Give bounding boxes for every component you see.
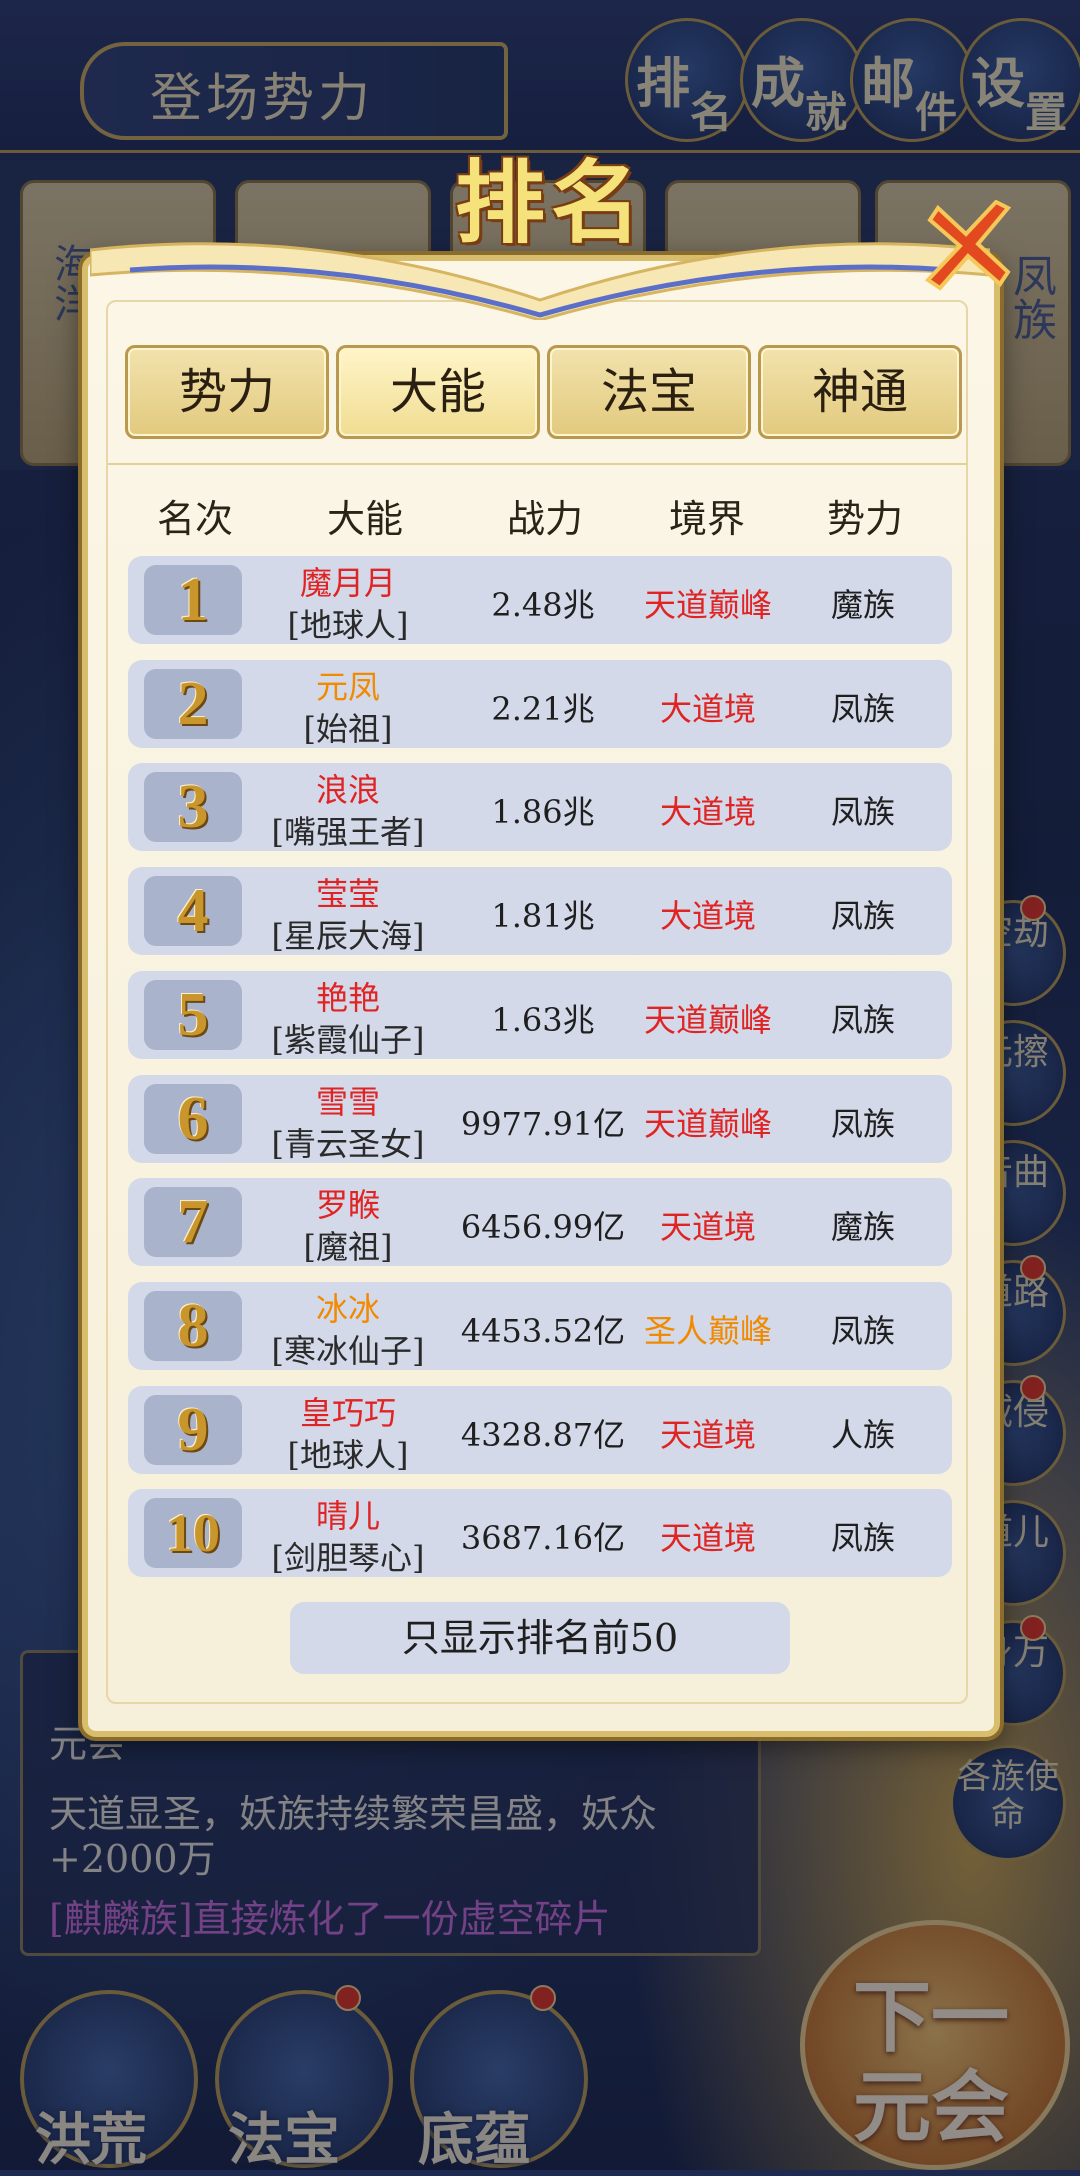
realm: 天道境 [659, 1208, 756, 1246]
master-name: 艳艳 [315, 979, 380, 1017]
master-name: 莹莹 [315, 875, 380, 913]
master-title: [剑胆琴心] [271, 1539, 425, 1577]
master-title: [魔祖] [303, 1228, 393, 1266]
combat-power: 3687.16亿 [460, 1519, 626, 1557]
rank-number: 6 [144, 1084, 242, 1154]
combat-power: 1.86兆 [491, 793, 595, 831]
master-name: 晴儿 [315, 1497, 380, 1535]
master-name: 元凤 [315, 668, 380, 706]
tab-factions[interactable]: 势力 [125, 345, 329, 439]
realm: 天道巅峰 [643, 586, 772, 624]
realm: 天道境 [659, 1519, 756, 1557]
rank-number: 7 [144, 1187, 242, 1257]
header-master: 大能 [326, 497, 403, 541]
master-name: 皇巧巧 [299, 1394, 396, 1432]
faction: 凤族 [830, 793, 895, 831]
header-rank: 名次 [156, 497, 233, 541]
header-power: 战力 [506, 497, 583, 541]
ranking-row[interactable]: 9 皇巧巧 [地球人] 4328.87亿 天道境 人族 [128, 1386, 952, 1474]
realm: 大道境 [659, 793, 756, 831]
realm: 大道境 [659, 897, 756, 935]
faction: 人族 [830, 1416, 895, 1454]
realm: 圣人巅峰 [643, 1312, 772, 1350]
combat-power: 4328.87亿 [460, 1416, 626, 1454]
ranking-row[interactable]: 4 莹莹 [星辰大海] 1.81兆 大道境 凤族 [128, 867, 952, 955]
master-name: 雪雪 [315, 1083, 380, 1121]
ranking-row[interactable]: 8 冰冰 [寒冰仙子] 4453.52亿 圣人巅峰 凤族 [128, 1282, 952, 1370]
rank-number: 8 [144, 1291, 242, 1361]
dialog-title: 排名 [455, 150, 647, 256]
master-title: [始祖] [303, 710, 393, 748]
master-title: [嘴强王者] [271, 813, 425, 851]
master-name: 罗睺 [315, 1186, 380, 1224]
tab-powers[interactable]: 神通 [758, 345, 962, 439]
header-faction: 势力 [826, 497, 903, 541]
header-realm: 境界 [668, 497, 745, 541]
master-name: 魔月月 [299, 564, 396, 602]
combat-power: 1.81兆 [491, 897, 595, 935]
faction: 凤族 [830, 1519, 895, 1557]
top50-notice: 只显示排名前50 [290, 1602, 790, 1674]
faction: 魔族 [830, 1208, 895, 1246]
combat-power: 9977.91亿 [460, 1105, 626, 1143]
divider [108, 463, 968, 465]
faction: 凤族 [830, 690, 895, 728]
faction: 凤族 [830, 1001, 895, 1039]
combat-power: 4453.52亿 [460, 1312, 626, 1350]
ranking-row[interactable]: 5 艳艳 [紫霞仙子] 1.63兆 天道巅峰 凤族 [128, 971, 952, 1059]
rank-number: 2 [144, 669, 242, 739]
faction: 凤族 [830, 1312, 895, 1350]
close-icon[interactable] [920, 200, 1012, 292]
ranking-row[interactable]: 3 浪浪 [嘴强王者] 1.86兆 大道境 凤族 [128, 763, 952, 851]
tab-masters[interactable]: 大能 [336, 345, 540, 439]
master-name: 浪浪 [315, 771, 380, 809]
master-title: [星辰大海] [271, 917, 425, 955]
combat-power: 6456.99亿 [460, 1208, 626, 1246]
ranking-row[interactable]: 7 罗睺 [魔祖] 6456.99亿 天道境 魔族 [128, 1178, 952, 1266]
realm: 天道巅峰 [643, 1001, 772, 1039]
ranking-row[interactable]: 10 晴儿 [剑胆琴心] 3687.16亿 天道境 凤族 [128, 1489, 952, 1577]
rank-number: 10 [144, 1498, 242, 1568]
faction: 凤族 [830, 1105, 895, 1143]
faction: 凤族 [830, 897, 895, 935]
realm: 大道境 [659, 690, 756, 728]
faction: 魔族 [830, 586, 895, 624]
master-title: [地球人] [287, 606, 409, 644]
rank-number: 3 [144, 772, 242, 842]
combat-power: 2.21兆 [491, 690, 595, 728]
combat-power: 1.63兆 [491, 1001, 595, 1039]
master-title: [地球人] [287, 1436, 409, 1474]
rank-number: 1 [144, 565, 242, 635]
ranking-row[interactable]: 2 元凤 [始祖] 2.21兆 大道境 凤族 [128, 660, 952, 748]
realm: 天道巅峰 [643, 1105, 772, 1143]
realm: 天道境 [659, 1416, 756, 1454]
ranking-row[interactable]: 1 魔月月 [地球人] 2.48兆 天道巅峰 魔族 [128, 556, 952, 644]
master-title: [寒冰仙子] [271, 1332, 425, 1370]
master-title: [紫霞仙子] [271, 1021, 425, 1059]
rank-number: 4 [144, 876, 242, 946]
rank-number: 9 [144, 1395, 242, 1465]
combat-power: 2.48兆 [491, 586, 595, 624]
ranking-row[interactable]: 6 雪雪 [青云圣女] 9977.91亿 天道巅峰 凤族 [128, 1075, 952, 1163]
master-title: [青云圣女] [271, 1125, 425, 1163]
rank-number: 5 [144, 980, 242, 1050]
tab-treasures[interactable]: 法宝 [547, 345, 751, 439]
master-name: 冰冰 [315, 1290, 380, 1328]
